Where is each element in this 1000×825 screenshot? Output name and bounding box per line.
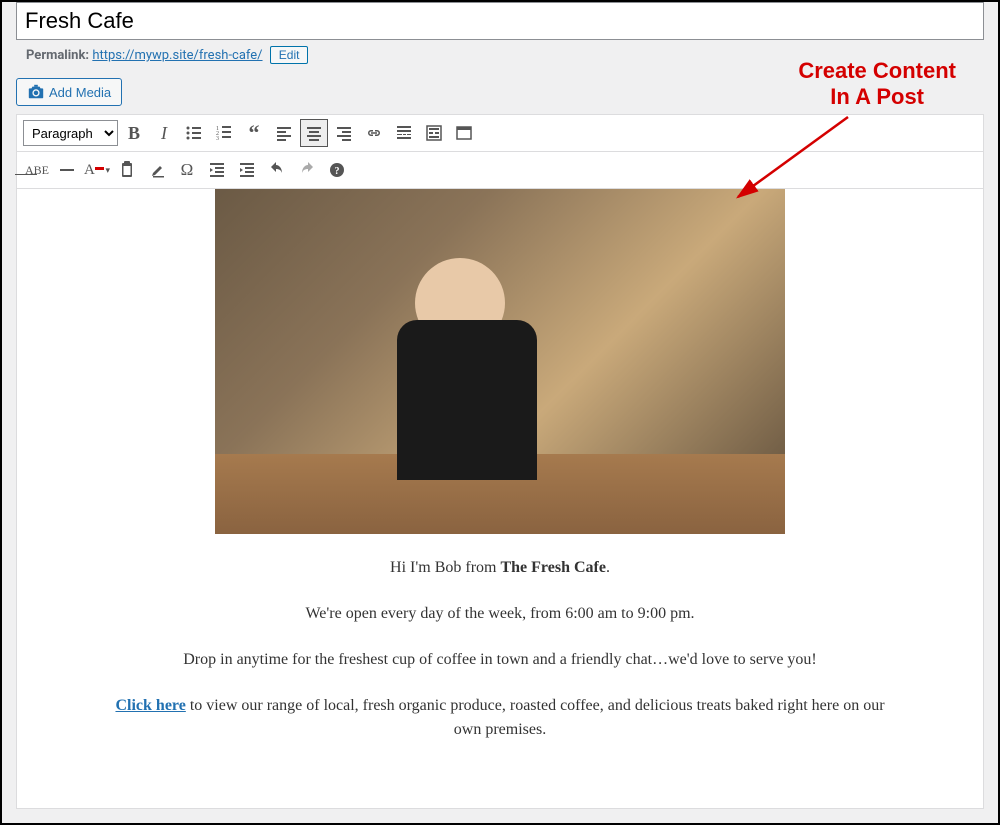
special-char-button[interactable]: Ω bbox=[173, 156, 201, 184]
svg-text:3: 3 bbox=[216, 136, 219, 142]
indent-button[interactable] bbox=[233, 156, 261, 184]
align-left-button[interactable] bbox=[270, 119, 298, 147]
permalink-label: Permalink: bbox=[26, 48, 89, 63]
permalink-edit-button[interactable]: Edit bbox=[270, 46, 309, 64]
fullscreen-button[interactable] bbox=[450, 119, 478, 147]
svg-text:?: ? bbox=[335, 166, 340, 177]
post-paragraph-3[interactable]: Drop in anytime for the freshest cup of … bbox=[107, 648, 893, 672]
post-paragraph-2[interactable]: We're open every day of the week, from 6… bbox=[107, 602, 893, 626]
post-title-input[interactable] bbox=[16, 2, 984, 40]
italic-button[interactable]: I bbox=[150, 119, 178, 147]
outdent-button[interactable] bbox=[203, 156, 231, 184]
text-color-button[interactable]: A▾ bbox=[83, 156, 111, 184]
align-right-button[interactable] bbox=[330, 119, 358, 147]
editor-content-area[interactable]: Hi I'm Bob from The Fresh Cafe. We're op… bbox=[16, 189, 984, 809]
blockquote-button[interactable]: “ bbox=[240, 119, 268, 147]
toolbar-toggle-button[interactable] bbox=[420, 119, 448, 147]
strikethrough-button[interactable]: ABE bbox=[23, 156, 51, 184]
post-paragraph-4[interactable]: Click here to view our range of local, f… bbox=[107, 694, 893, 742]
clear-formatting-button[interactable] bbox=[143, 156, 171, 184]
help-button[interactable]: ? bbox=[323, 156, 351, 184]
numbered-list-button[interactable]: 123 bbox=[210, 119, 238, 147]
post-image[interactable] bbox=[215, 189, 785, 534]
insert-more-button[interactable] bbox=[390, 119, 418, 147]
bold-button[interactable]: B bbox=[120, 119, 148, 147]
click-here-link[interactable]: Click here bbox=[115, 697, 185, 714]
link-button[interactable] bbox=[360, 119, 388, 147]
align-center-button[interactable] bbox=[300, 119, 328, 147]
add-media-label: Add Media bbox=[49, 85, 111, 100]
post-paragraph-1[interactable]: Hi I'm Bob from The Fresh Cafe. bbox=[107, 556, 893, 580]
permalink-row: Permalink: https://mywp.site/fresh-cafe/… bbox=[2, 40, 998, 66]
bullet-list-button[interactable] bbox=[180, 119, 208, 147]
format-select[interactable]: Paragraph bbox=[23, 120, 118, 146]
camera-icon bbox=[27, 83, 45, 101]
permalink-url[interactable]: https://mywp.site/fresh-cafe/ bbox=[92, 48, 262, 63]
paste-text-button[interactable] bbox=[113, 156, 141, 184]
undo-button[interactable] bbox=[263, 156, 291, 184]
add-media-button[interactable]: Add Media bbox=[16, 78, 122, 106]
horizontal-rule-button[interactable] bbox=[53, 156, 81, 184]
redo-button[interactable] bbox=[293, 156, 321, 184]
editor-toolbar: Paragraph B I 123 “ ABE A▾ Ω ? bbox=[16, 114, 984, 189]
